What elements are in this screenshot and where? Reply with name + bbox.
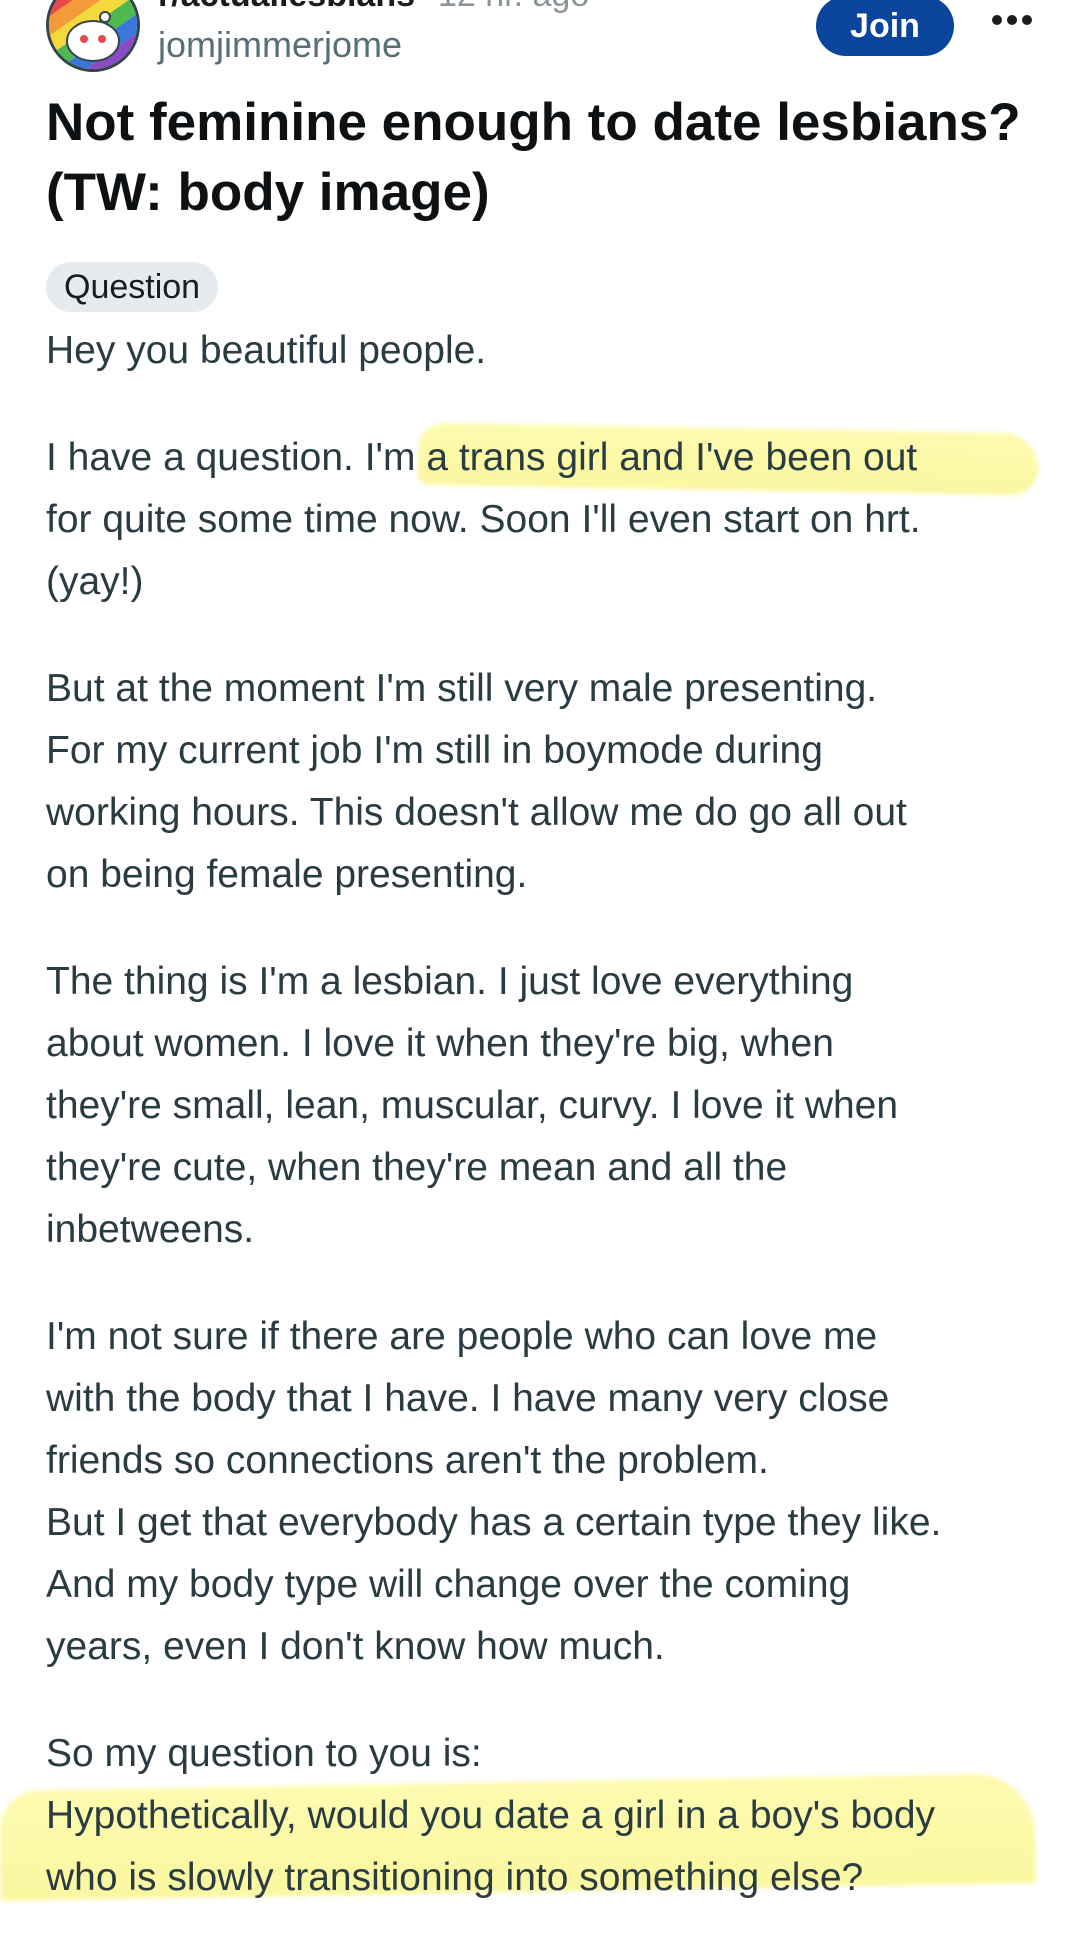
body-line: (yay!) bbox=[46, 560, 144, 603]
body-paragraph: I'm not sure if there are people who can… bbox=[46, 1306, 1056, 1678]
body-line: on being female presenting. bbox=[46, 853, 528, 896]
body-paragraph: So my question to you is: Hypothetically,… bbox=[46, 1723, 1056, 1909]
body-line: So my question to you is: bbox=[46, 1732, 482, 1775]
body-line: I have a question. I'm a trans girl and … bbox=[46, 436, 918, 479]
body-line: The thing is I'm a lesbian. I just love … bbox=[46, 960, 854, 1003]
subreddit-avatar[interactable] bbox=[46, 0, 140, 72]
body-line: working hours. This doesn't allow me do … bbox=[46, 791, 907, 834]
body-line: with the body that I have. I have many v… bbox=[46, 1377, 890, 1420]
join-button[interactable]: Join bbox=[816, 0, 954, 56]
body-line: And my body type will change over the co… bbox=[46, 1563, 851, 1606]
subreddit-name[interactable]: r/actuallesbians bbox=[158, 0, 415, 15]
body-line: friends so connections aren't the proble… bbox=[46, 1439, 769, 1482]
author-username[interactable]: jomjimmerjome bbox=[158, 24, 402, 66]
body-line: But I get that everybody has a certain t… bbox=[46, 1501, 942, 1544]
body-line: years, even I don't know how much. bbox=[46, 1625, 665, 1668]
post-body: Hey you beautiful people. I have a questi… bbox=[46, 320, 1056, 1954]
body-line: for quite some time now. Soon I'll even … bbox=[46, 498, 921, 541]
body-line: Hey you beautiful people. bbox=[46, 329, 487, 372]
more-options-icon[interactable] bbox=[984, 0, 1040, 42]
body-line: I'm not sure if there are people who can… bbox=[46, 1315, 878, 1358]
body-line: But at the moment I'm still very male pr… bbox=[46, 667, 878, 710]
body-paragraph: I have a question. I'm a trans girl and … bbox=[46, 427, 1056, 613]
body-line: about women. I love it when they're big,… bbox=[46, 1022, 834, 1065]
body-line: For my current job I'm still in boymode … bbox=[46, 729, 823, 772]
body-paragraph: The thing is I'm a lesbian. I just love … bbox=[46, 951, 1056, 1261]
body-line: Hypothetically, would you date a girl in… bbox=[46, 1794, 936, 1837]
body-line: inbetweens. bbox=[46, 1208, 255, 1251]
post-title[interactable]: Not feminine enough to date lesbians? (T… bbox=[46, 88, 1026, 228]
body-line: who is slowly transitioning into somethi… bbox=[46, 1856, 864, 1899]
post-flair[interactable]: Question bbox=[46, 262, 219, 312]
body-line: they're small, lean, muscular, curvy. I … bbox=[46, 1084, 899, 1127]
post-header: r/actuallesbians 12 hr. ago jomjimmerjom… bbox=[0, 0, 1065, 80]
post-age: 12 hr. ago bbox=[438, 0, 589, 15]
body-paragraph: Hey you beautiful people. bbox=[46, 320, 1056, 382]
body-line: they're cute, when they're mean and all … bbox=[46, 1146, 788, 1189]
body-paragraph: But at the moment I'm still very male pr… bbox=[46, 658, 1056, 906]
